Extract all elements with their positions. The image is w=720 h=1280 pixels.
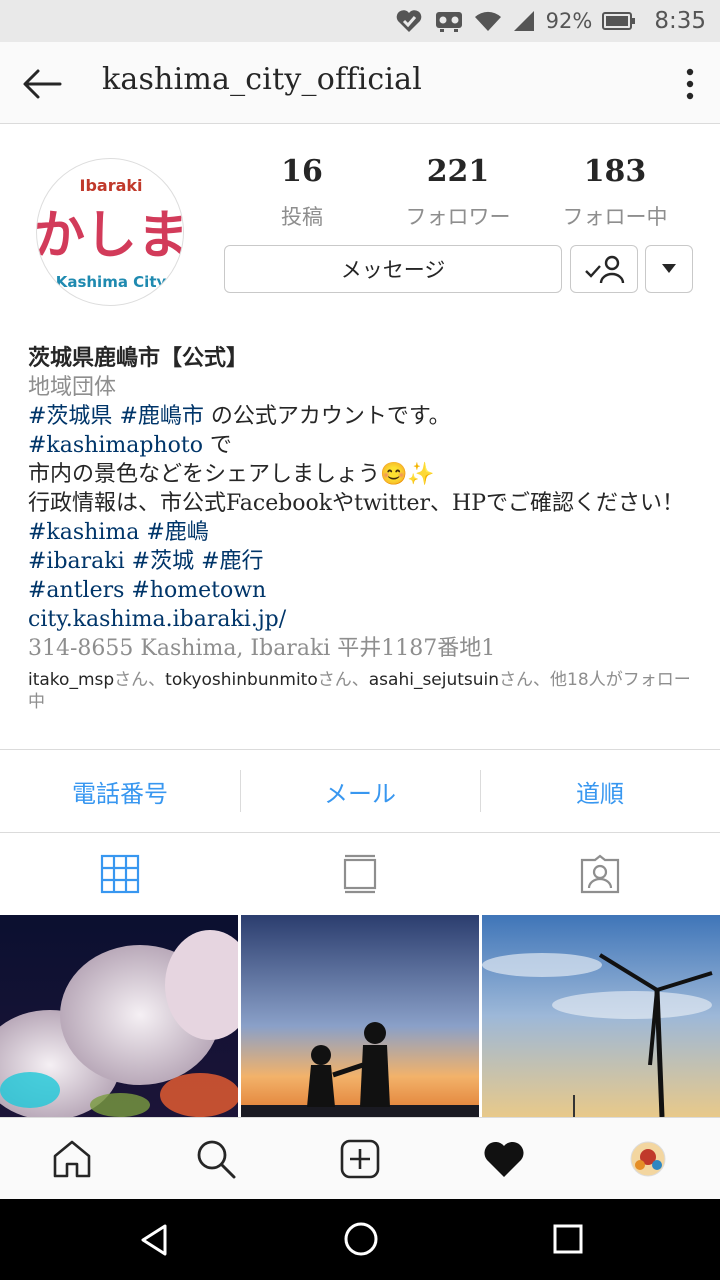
- followed-sep: さん、: [317, 670, 369, 690]
- bio-line-3: 市内の景色などをシェアしましょう😊✨: [28, 462, 435, 487]
- hashtag-line[interactable]: #ibaraki #茨城 #鹿行: [28, 547, 698, 576]
- following-label: フォロー中: [562, 205, 668, 229]
- profile-bio: 茨城県鹿嶋市【公式】 地域団体 #茨城県 #鹿嶋市 の公式アカウントです。 #k…: [28, 344, 698, 713]
- following-count: 183: [583, 154, 647, 189]
- posts-count: 16: [281, 154, 323, 189]
- signal-icon: [513, 11, 534, 31]
- hashtag-link[interactable]: #kashimaphoto: [28, 433, 203, 458]
- followed-by-text[interactable]: itako_mspさん、tokyoshinbunmitoさん、asahi_sej…: [28, 669, 698, 713]
- nav-home[interactable]: [0, 1118, 144, 1199]
- profile-tabs: [0, 833, 720, 915]
- nav-profile[interactable]: [576, 1118, 720, 1199]
- bio-text: の公式アカウントです。: [203, 404, 451, 429]
- heart-icon: [484, 1141, 524, 1177]
- suggestions-dropdown-button[interactable]: [645, 245, 693, 293]
- system-back-icon[interactable]: [138, 1223, 170, 1257]
- triangle-down-icon: [662, 264, 676, 273]
- app-bar: kashima_city_official: [0, 42, 720, 124]
- followers-stat[interactable]: 221 フォロワー: [388, 154, 528, 231]
- followed-sep: さん、: [114, 670, 166, 690]
- display-name: 茨城県鹿嶋市【公式】: [28, 346, 249, 371]
- directions-button[interactable]: 道順: [480, 750, 720, 832]
- bio-text: で: [202, 433, 232, 458]
- photo-tile-sunset-silhouette[interactable]: [241, 915, 479, 1117]
- grid-icon: [100, 854, 140, 894]
- profile-avatar-small-icon: [630, 1141, 666, 1176]
- hashtag-line[interactable]: #kashima #鹿嶋: [28, 518, 698, 547]
- bio-line-2: #kashimaphoto で: [28, 431, 698, 460]
- search-icon: [197, 1140, 236, 1178]
- system-recents-icon[interactable]: [552, 1223, 584, 1255]
- wifi-icon: [474, 11, 501, 31]
- logo-ibaraki-text: Ibaraki: [79, 176, 142, 195]
- call-button[interactable]: 電話番号: [0, 750, 240, 832]
- add-post-icon: [340, 1139, 380, 1178]
- tab-feed[interactable]: [240, 833, 480, 915]
- person-check-icon: [585, 255, 625, 284]
- tab-tagged[interactable]: [480, 833, 720, 915]
- more-options-icon[interactable]: [680, 66, 700, 102]
- photo-grid: [0, 915, 720, 1117]
- voicemail-icon: [435, 12, 462, 32]
- followed-username: tokyoshinbunmito: [165, 670, 318, 690]
- profile-username: kashima_city_official: [102, 62, 423, 97]
- clock: 8:35: [654, 8, 706, 34]
- bottom-navigation: [0, 1117, 720, 1199]
- followers-count: 221: [426, 154, 490, 189]
- heart-check-icon: [396, 10, 421, 32]
- system-navigation-bar: [0, 1199, 720, 1280]
- hashtag-line[interactable]: #antlers #hometown: [28, 576, 698, 605]
- followers-label: フォロワー: [405, 205, 511, 229]
- email-button[interactable]: メール: [240, 750, 480, 832]
- message-button[interactable]: メッセージ: [224, 245, 562, 293]
- feed-icon: [343, 854, 377, 894]
- nav-new-post[interactable]: [288, 1118, 432, 1199]
- system-home-icon[interactable]: [343, 1221, 379, 1257]
- home-icon: [53, 1140, 91, 1177]
- battery-percent: 92%: [545, 9, 593, 33]
- logo-city-text: Kashima City: [56, 273, 167, 291]
- back-arrow-icon[interactable]: [20, 62, 64, 106]
- following-button[interactable]: [570, 245, 638, 293]
- profile-avatar[interactable]: Ibaraki かしま Kashima City: [36, 158, 184, 306]
- posts-label: 投稿: [281, 205, 323, 229]
- tagged-person-icon: [580, 854, 620, 894]
- photo-tile-cherry-blossoms[interactable]: [0, 915, 238, 1117]
- followed-username: asahi_sejutsuin: [368, 670, 500, 690]
- nav-search[interactable]: [144, 1118, 288, 1199]
- logo-kashima-text: かしま: [37, 206, 184, 266]
- category-label: 地域団体: [28, 375, 117, 400]
- following-stat[interactable]: 183 フォロー中: [545, 154, 685, 231]
- address-link[interactable]: 314-8655 Kashima, Ibaraki 平井1187番地1: [28, 634, 698, 663]
- posts-stat[interactable]: 16 投稿: [232, 154, 372, 231]
- tab-grid[interactable]: [0, 833, 240, 915]
- bio-line-4: 行政情報は、市公式Facebookやtwitter、HPでご確認ください！: [28, 491, 685, 516]
- kashima-logo: Ibaraki かしま Kashima City: [37, 176, 184, 291]
- followed-username: itako_msp: [28, 670, 115, 690]
- hashtag-link[interactable]: #茨城県: [28, 404, 112, 429]
- website-link[interactable]: city.kashima.ibaraki.jp/: [28, 605, 698, 634]
- photo-tile-wind-turbine[interactable]: [482, 915, 720, 1117]
- status-bar: 92% 8:35: [0, 0, 720, 42]
- contact-actions: 電話番号 メール 道順: [0, 750, 720, 832]
- nav-activity[interactable]: [432, 1118, 576, 1199]
- hashtag-link[interactable]: #鹿嶋市: [119, 404, 203, 429]
- battery-icon: [602, 12, 636, 30]
- bio-line-1: #茨城県 #鹿嶋市 の公式アカウントです。: [28, 402, 698, 431]
